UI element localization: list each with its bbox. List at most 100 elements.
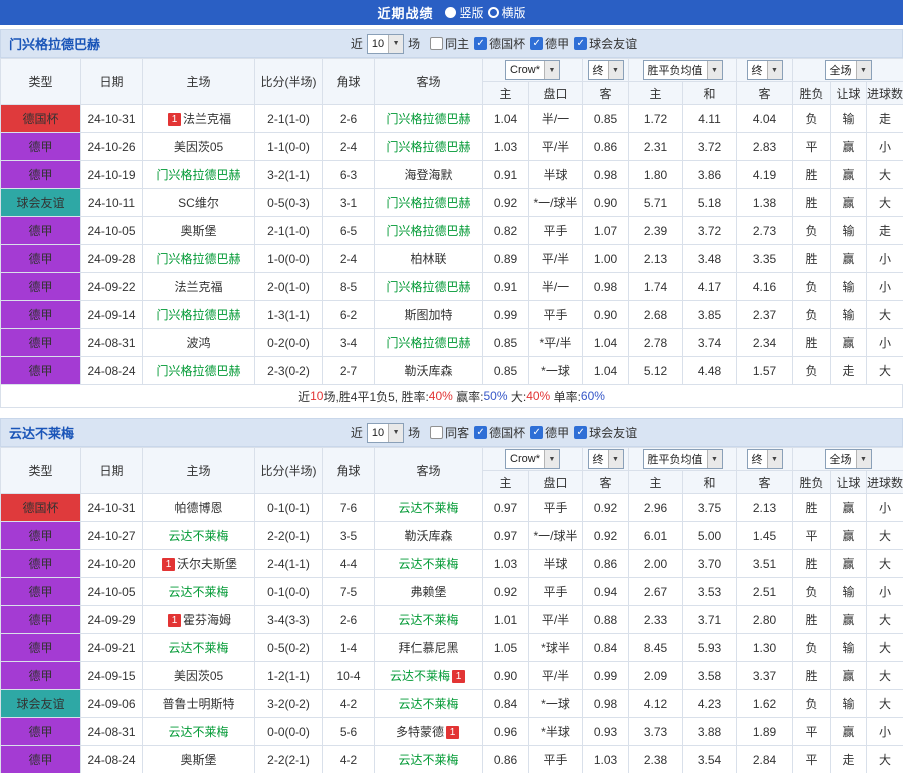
date-cell: 24-09-28	[80, 244, 143, 273]
final-odds-select-1[interactable]: 终 ▼	[587, 449, 624, 469]
team-link[interactable]: 勒沃库森	[404, 364, 452, 378]
filter-checkbox[interactable]: ✓ 球会友谊	[574, 35, 637, 52]
league-badge: 德甲	[0, 633, 81, 662]
team-link[interactable]: 门兴格拉德巴赫	[386, 280, 470, 294]
header-select-cell: 终 ▼	[582, 447, 630, 471]
team-link[interactable]: 波鸿	[186, 336, 210, 350]
bookmaker-select[interactable]: Crow* ▼	[505, 449, 560, 469]
checkbox-icon[interactable]: ✓	[574, 426, 588, 439]
odds-average-select[interactable]: 胜平负均值 ▼	[642, 449, 723, 469]
team-link[interactable]: 柏林联	[410, 252, 446, 266]
handicap-cell: 平/半	[527, 132, 584, 161]
layout-radio-label[interactable]: 横版	[502, 4, 526, 21]
avg-home-cell: 5.71	[628, 188, 684, 217]
team-link[interactable]: 云达不莱梅	[398, 753, 458, 767]
team-link[interactable]: 云达不莱梅	[398, 697, 458, 711]
team-link[interactable]: 门兴格拉德巴赫	[156, 364, 240, 378]
header-select-cell: 胜平负均值 ▼	[628, 447, 738, 471]
team-link[interactable]: 奥斯堡	[180, 753, 216, 767]
checkbox-icon[interactable]: ✓	[530, 426, 544, 439]
team-link[interactable]: 云达不莱梅	[168, 529, 228, 543]
period-select[interactable]: 全场 ▼	[824, 449, 872, 469]
match-row: 德甲 24-10-27 云达不莱梅 2-2(0-1) 3-5 勒沃库森 0.97 *一/球半 0…	[0, 521, 903, 550]
checkbox-icon[interactable]: ✓	[530, 37, 544, 50]
checkbox-icon[interactable]: ✓	[474, 37, 488, 50]
final-odds-select-2[interactable]: 终 ▼	[746, 449, 783, 469]
matches-table: 类型 日期 主场 比分(半场) 角球 客场 Crow* ▼ 终 ▼ 胜平负均值 ▼ 终 ▼ 全场 ▼ 主盘口客…	[0, 58, 903, 385]
team-link[interactable]: 门兴格拉德巴赫	[386, 112, 470, 126]
team-link[interactable]: SC维尔	[178, 196, 219, 210]
handicap-cell: *一球	[527, 689, 584, 718]
team-link[interactable]: 门兴格拉德巴赫	[386, 196, 470, 210]
recent-count-select[interactable]: 10 ▼	[366, 33, 405, 54]
avg-home-cell: 2.68	[628, 300, 684, 329]
filter-checkbox[interactable]: ✓ 德国杯	[474, 424, 525, 441]
team-link[interactable]: 奥斯堡	[180, 224, 216, 238]
team-link[interactable]: 海登海默	[404, 168, 452, 182]
checkbox-icon[interactable]	[430, 426, 444, 439]
team-link[interactable]: 门兴格拉德巴赫	[156, 308, 240, 322]
date-cell: 24-10-19	[80, 160, 143, 189]
team-link[interactable]: 云达不莱梅	[398, 501, 458, 515]
team-link[interactable]: 拜仁慕尼黑	[398, 641, 458, 655]
odds-average-select[interactable]: 胜平负均值 ▼	[642, 60, 723, 80]
team-link[interactable]: 斯图加特	[404, 308, 452, 322]
team-link[interactable]: 门兴格拉德巴赫	[386, 336, 470, 350]
team-link[interactable]: 霍芬海姆	[183, 613, 231, 627]
odds-home-cell: 0.91	[482, 272, 529, 301]
team-link[interactable]: 普鲁士明斯特	[162, 697, 234, 711]
team-link[interactable]: 多特蒙德	[396, 725, 444, 739]
chevron-down-icon: ▼	[543, 61, 559, 79]
match-row: 德甲 24-09-22 法兰克福 2-0(1-0) 8-5 门兴格拉德巴赫 0.91 半/一 0…	[0, 272, 903, 301]
checkbox-icon[interactable]: ✓	[574, 37, 588, 50]
radio-icon[interactable]	[487, 7, 499, 18]
handicap-cell: *球半	[527, 633, 584, 662]
team-link[interactable]: 勒沃库森	[404, 529, 452, 543]
period-select[interactable]: 全场 ▼	[824, 60, 872, 80]
team-link[interactable]: 云达不莱梅	[168, 585, 228, 599]
team-link[interactable]: 云达不莱梅	[168, 641, 228, 655]
recent-count-select[interactable]: 10 ▼	[366, 422, 405, 443]
avg-away-cell: 2.51	[736, 577, 794, 606]
layout-radio-label[interactable]: 竖版	[459, 4, 483, 21]
team-link[interactable]: 云达不莱梅	[398, 613, 458, 627]
bookmaker-select[interactable]: Crow* ▼	[505, 60, 560, 80]
team-link[interactable]: 帕德博恩	[174, 501, 222, 515]
handicap-result-cell: 输	[830, 689, 868, 718]
team-link[interactable]: 沃尔夫斯堡	[177, 557, 237, 571]
team-link[interactable]: 云达不莱梅	[390, 669, 450, 683]
match-row: 德甲 24-09-28 门兴格拉德巴赫 1-0(0-0) 2-4 柏林联 0.89 平/半 1.…	[0, 244, 903, 273]
team-name: 云达不莱梅	[9, 426, 75, 441]
team-link[interactable]: 法兰克福	[183, 112, 231, 126]
avg-away-cell: 2.34	[736, 328, 794, 357]
filter-checkbox[interactable]: ✓ 德国杯	[474, 35, 525, 52]
checkbox-label: 球会友谊	[589, 37, 638, 51]
team-link[interactable]: 门兴格拉德巴赫	[386, 140, 470, 154]
final-odds-select-2[interactable]: 终 ▼	[746, 60, 783, 80]
filter-checkbox[interactable]: ✓ 球会友谊	[574, 424, 637, 441]
radio-icon[interactable]	[445, 7, 457, 18]
checkbox-icon[interactable]	[430, 37, 444, 50]
team-link[interactable]: 美因茨05	[174, 669, 223, 683]
team-link[interactable]: 门兴格拉德巴赫	[156, 252, 240, 266]
layout-radio-option[interactable]: 横版	[487, 4, 526, 21]
team-link[interactable]: 门兴格拉德巴赫	[156, 168, 240, 182]
team-link[interactable]: 法兰克福	[174, 280, 222, 294]
final-odds-select-1[interactable]: 终 ▼	[587, 60, 624, 80]
column-subheader: 主	[482, 470, 529, 494]
team-link[interactable]: 美因茨05	[174, 140, 223, 154]
team-link[interactable]: 弗赖堡	[410, 585, 446, 599]
filter-checkbox[interactable]: ✓ 德甲	[530, 424, 569, 441]
filter-checkbox[interactable]: ✓ 德甲	[530, 35, 569, 52]
filter-checkbox[interactable]: 同主	[430, 35, 469, 52]
team-link[interactable]: 门兴格拉德巴赫	[386, 224, 470, 238]
filter-checkbox[interactable]: 同客	[430, 424, 469, 441]
corner-cell: 1-4	[322, 633, 375, 662]
team-link[interactable]: 云达不莱梅	[398, 557, 458, 571]
top-header: 近期战绩 竖版 横版	[0, 0, 903, 25]
layout-radio-option[interactable]: 竖版	[445, 4, 484, 21]
team-link[interactable]: 云达不莱梅	[168, 725, 228, 739]
odds-away-cell: 0.88	[582, 605, 630, 634]
corner-cell: 2-7	[322, 356, 375, 385]
checkbox-icon[interactable]: ✓	[474, 426, 488, 439]
